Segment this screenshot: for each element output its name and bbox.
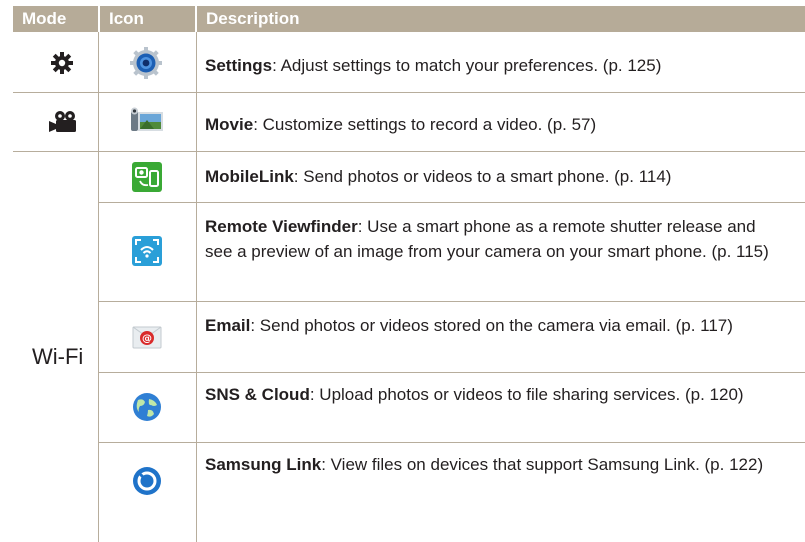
- row-movie-title: Movie: [205, 115, 254, 134]
- row-email-description: Email: Send photos or videos stored on t…: [205, 316, 733, 335]
- row-sns-cloud-description: SNS & Cloud: Upload photos or videos to …: [205, 385, 744, 404]
- row-mobilelink-title: MobileLink: [205, 167, 294, 186]
- row-remote-viewfinder-description: Remote Viewfinder: Use a smart phone as …: [205, 217, 769, 261]
- svg-text:@: @: [142, 334, 152, 345]
- row-movie-description: Movie: Customize settings to record a vi…: [205, 115, 597, 134]
- header-description: Description: [206, 9, 300, 28]
- row-settings-description: Settings: Adjust settings to match your …: [205, 56, 662, 75]
- row-samsung-link-title: Samsung Link: [205, 455, 322, 474]
- header-mode: Mode: [22, 9, 67, 28]
- sns-cloud-icon: [131, 391, 163, 423]
- gear-icon: [51, 52, 73, 79]
- mobilelink-icon: [131, 161, 163, 193]
- header-icon: Icon: [109, 9, 144, 28]
- settings-icon: [130, 47, 162, 79]
- row-mobilelink-description: MobileLink: Send photos or videos to a s…: [205, 167, 672, 186]
- row-email-title: Email: [205, 316, 251, 335]
- wifi-group-label: Wi-Fi: [32, 344, 84, 369]
- row-samsung-link-description: Samsung Link: View files on devices that…: [205, 455, 764, 474]
- row-sns-cloud-title: SNS & Cloud: [205, 385, 310, 404]
- remote-viewfinder-icon: [131, 235, 163, 267]
- email-icon: @: [131, 321, 163, 353]
- movie-icon: [130, 106, 163, 138]
- row-remote-viewfinder-title: Remote Viewfinder: [205, 217, 358, 236]
- row-settings-title: Settings: [205, 56, 273, 75]
- table-header: Mode Icon Description: [13, 6, 805, 32]
- movie-camera-icon: [49, 110, 77, 139]
- samsung-link-icon: [131, 465, 163, 497]
